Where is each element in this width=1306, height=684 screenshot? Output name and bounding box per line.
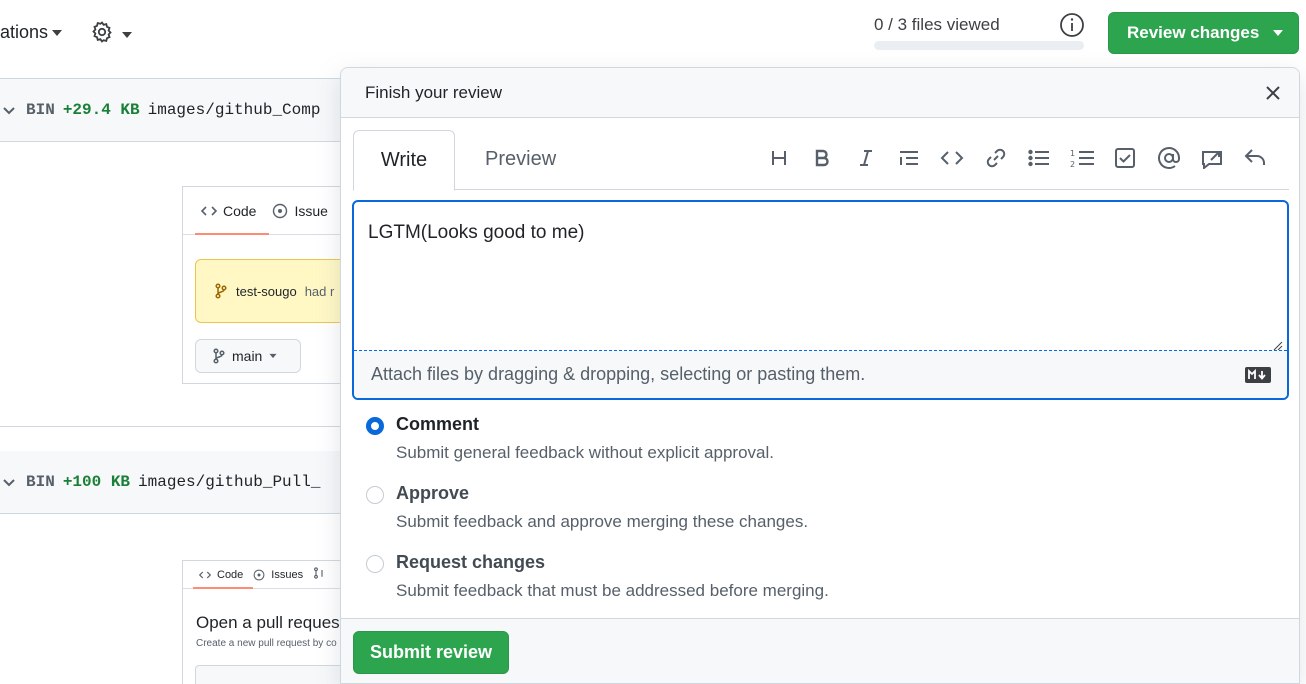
finish-review-dialog: Finish your review Write Preview 1 2 LGT… xyxy=(340,67,1300,684)
option-title: Comment xyxy=(396,414,480,434)
option-desc: Submit feedback and approve merging thes… xyxy=(396,512,809,531)
radio-comment[interactable] xyxy=(366,417,384,435)
thumb-nav: Code Issue xyxy=(183,187,351,235)
unordered-list-icon[interactable] xyxy=(1017,144,1060,172)
thumb-nav: Code Issues xyxy=(183,561,351,589)
italic-icon[interactable] xyxy=(844,144,887,172)
tab-preview[interactable]: Preview xyxy=(485,148,556,171)
alert-user: test-sougo xyxy=(236,283,297,299)
tab-underline xyxy=(193,587,253,589)
comment-editor[interactable]: LGTM(Looks good to me) Attach files by d… xyxy=(352,200,1289,400)
task-list-icon[interactable] xyxy=(1104,144,1147,172)
divider xyxy=(0,426,340,427)
alert-text: had r xyxy=(304,283,335,299)
option-desc: Submit feedback that must be addressed b… xyxy=(396,581,829,600)
option-desc: Submit general feedback without explicit… xyxy=(396,443,774,462)
chevron-down-icon[interactable] xyxy=(0,474,18,490)
option-request-changes[interactable]: Request changes Submit feedback that mus… xyxy=(366,552,829,601)
editor-header: Write Preview 1 2 xyxy=(353,130,1289,191)
thumb-tab-code: Code xyxy=(199,569,243,581)
option-title: Request changes xyxy=(396,552,546,572)
thumb-tab-issues: Issue xyxy=(272,203,328,219)
ordered-list-icon[interactable]: 12 xyxy=(1061,144,1104,172)
radio-request-changes[interactable] xyxy=(366,555,384,573)
alert-banner: test-sougo had r xyxy=(195,259,351,323)
divider xyxy=(0,141,340,142)
file-name[interactable]: images/github_Pull_ xyxy=(138,473,320,491)
bold-icon[interactable] xyxy=(801,144,844,172)
info-icon[interactable] xyxy=(1059,12,1085,43)
annotations-label: ations xyxy=(0,22,49,42)
gear-icon xyxy=(90,20,114,49)
markdown-icon[interactable] xyxy=(1245,367,1271,388)
submit-review-button[interactable]: Submit review xyxy=(353,631,509,674)
image-preview: Code Issues Open a pull reques Create a … xyxy=(182,560,352,684)
file-type: BIN xyxy=(26,473,55,491)
chevron-down-icon[interactable] xyxy=(0,102,18,118)
compare-bar xyxy=(195,665,345,684)
divider xyxy=(0,513,340,514)
tab-write[interactable]: Write xyxy=(353,130,455,191)
review-changes-button[interactable]: Review changes xyxy=(1108,12,1299,54)
image-preview: Code Issue test-sougo had r main xyxy=(182,186,352,384)
chevron-down-icon xyxy=(52,29,63,36)
review-changes-label: Review changes xyxy=(1127,23,1260,42)
svg-text:1: 1 xyxy=(1070,149,1075,158)
dialog-header: Finish your review xyxy=(341,68,1299,118)
diff-file-header[interactable]: BIN +29.4 KB images/github_Comp xyxy=(0,79,340,141)
mention-icon[interactable] xyxy=(1147,144,1190,172)
file-size-delta: +29.4 KB xyxy=(62,101,140,119)
code-icon[interactable] xyxy=(931,144,974,172)
thumb-heading: Open a pull reques xyxy=(196,613,340,632)
file-size-delta: +100 KB xyxy=(62,473,131,491)
tab-underline xyxy=(195,233,269,235)
option-title: Approve xyxy=(396,483,470,503)
comment-textarea[interactable]: LGTM(Looks good to me) xyxy=(368,222,584,244)
dialog-footer: Submit review xyxy=(341,618,1299,683)
attach-hint: Attach files by dragging & dropping, sel… xyxy=(371,364,866,384)
thumb-subtext: Create a new pull request by co xyxy=(196,638,337,649)
option-comment[interactable]: Comment Submit general feedback without … xyxy=(366,414,774,463)
markdown-toolbar: 12 xyxy=(757,144,1277,172)
reference-icon[interactable] xyxy=(1190,144,1233,172)
chevron-down-icon xyxy=(1273,30,1284,36)
thumb-tab-code: Code xyxy=(201,203,256,219)
files-viewed-count: 0 / 3 files viewed xyxy=(874,15,1000,34)
diff-settings-dropdown[interactable] xyxy=(90,20,132,49)
thumb-tab-issues: Issues xyxy=(253,569,303,581)
heading-icon[interactable] xyxy=(757,144,800,172)
radio-approve[interactable] xyxy=(366,486,384,504)
attach-files-bar[interactable]: Attach files by dragging & dropping, sel… xyxy=(354,350,1287,398)
undo-reply-icon[interactable] xyxy=(1234,144,1277,172)
link-icon[interactable] xyxy=(974,144,1017,172)
chevron-down-icon xyxy=(269,353,277,359)
annotations-dropdown[interactable]: ations xyxy=(0,22,63,43)
top-toolbar: ations 0 / 3 files viewed Review changes xyxy=(0,0,1306,68)
pull-request-icon xyxy=(313,567,325,582)
branch-selector: main xyxy=(195,339,301,373)
files-viewed-progress xyxy=(874,41,1084,50)
quote-icon[interactable] xyxy=(887,144,930,172)
file-type: BIN xyxy=(26,101,55,119)
option-approve[interactable]: Approve Submit feedback and approve merg… xyxy=(366,483,808,532)
chevron-down-icon xyxy=(122,31,132,38)
file-name[interactable]: images/github_Comp xyxy=(148,101,321,119)
svg-text:2: 2 xyxy=(1070,160,1075,169)
diff-file-header[interactable]: BIN +100 KB images/github_Pull_ xyxy=(0,451,340,513)
dialog-title: Finish your review xyxy=(365,82,502,102)
close-icon[interactable] xyxy=(1263,83,1283,103)
